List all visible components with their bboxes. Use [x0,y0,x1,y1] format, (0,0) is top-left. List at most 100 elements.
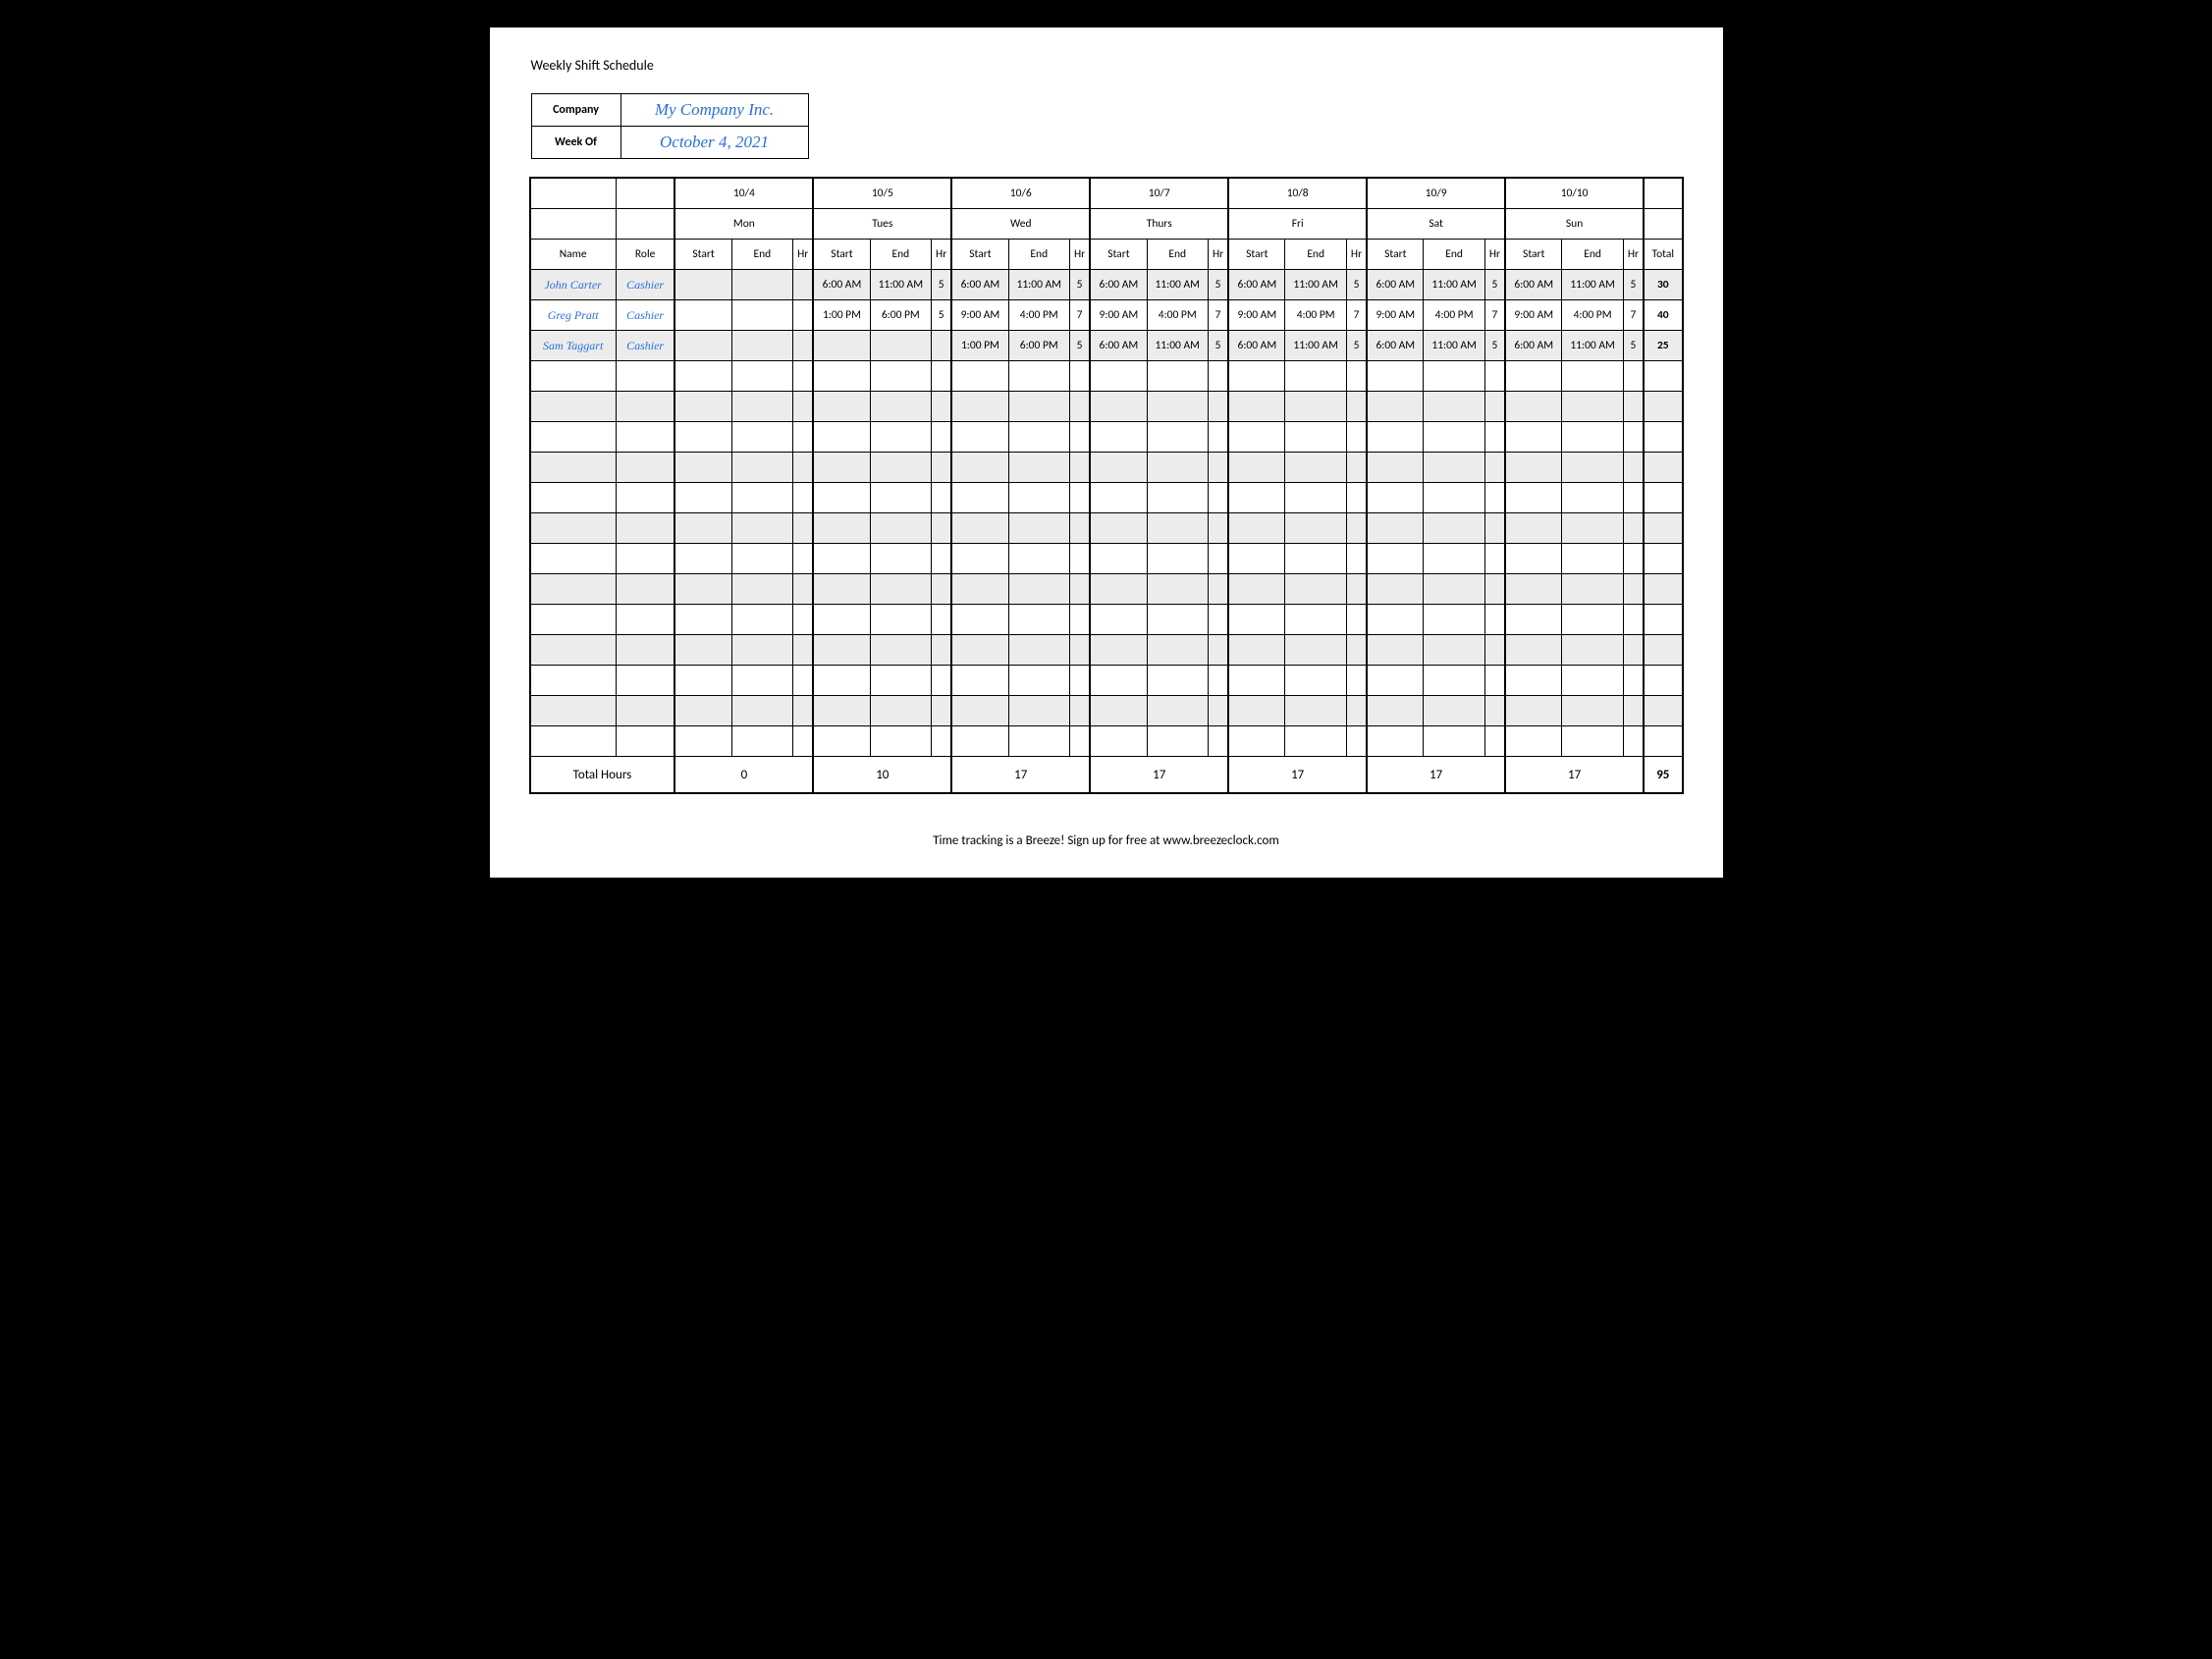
shift-start: 6:00 AM [1228,270,1285,300]
table-row [530,361,1683,392]
shift-start: 6:00 AM [813,270,870,300]
col-total: Total [1644,240,1682,270]
table-row [530,544,1683,574]
shift-hours: 5 [1484,331,1505,361]
shift-start: 9:00 AM [1367,300,1424,331]
col-hr: Hr [1069,240,1090,270]
shift-hours [793,331,814,361]
date-header: 10/8 [1228,178,1367,209]
date-header: 10/7 [1090,178,1228,209]
shift-end [731,270,792,300]
day-total: 0 [674,757,813,794]
table-row: Greg PrattCashier1:00 PM6:00 PM59:00 AM4… [530,300,1683,331]
document-page: Weekly Shift Schedule Company My Company… [490,27,1723,878]
row-total: 30 [1644,270,1682,300]
shift-start: 9:00 AM [951,300,1008,331]
employee-name: John Carter [530,270,617,300]
shift-start: 6:00 AM [951,270,1008,300]
shift-start: 6:00 AM [1505,331,1562,361]
col-name: Name [530,240,617,270]
shift-end: 4:00 PM [1008,300,1069,331]
shift-start [674,300,731,331]
row-total: 25 [1644,331,1682,361]
col-end: End [1285,240,1346,270]
date-header: 10/5 [813,178,951,209]
shift-start: 9:00 AM [1505,300,1562,331]
table-row [530,635,1683,666]
col-hr: Hr [932,240,952,270]
employee-name: Sam Taggart [530,331,617,361]
row-total: 40 [1644,300,1682,331]
shift-end [731,300,792,331]
shift-start [813,331,870,361]
shift-hours: 5 [932,300,952,331]
shift-start: 9:00 AM [1228,300,1285,331]
table-row [530,726,1683,757]
shift-end: 11:00 AM [1424,331,1484,361]
table-row [530,513,1683,544]
day-total: 17 [1505,757,1644,794]
shift-start: 6:00 AM [1505,270,1562,300]
schedule-table: 10/410/510/610/710/810/910/10MonTuesWedT… [529,177,1684,794]
day-header: Tues [813,209,951,240]
col-start: Start [1090,240,1147,270]
day-header: Thurs [1090,209,1228,240]
col-end: End [1147,240,1208,270]
employee-role: Cashier [616,300,674,331]
col-end: End [1562,240,1623,270]
table-row [530,696,1683,726]
shift-end: 6:00 PM [870,300,931,331]
shift-end: 4:00 PM [1147,300,1208,331]
shift-hours [932,331,952,361]
col-start: Start [1505,240,1562,270]
shift-end: 4:00 PM [1285,300,1346,331]
col-hr: Hr [1346,240,1367,270]
shift-end [731,331,792,361]
shift-start: 1:00 PM [951,331,1008,361]
table-row [530,392,1683,422]
shift-start: 6:00 AM [1090,331,1147,361]
day-header: Mon [674,209,813,240]
shift-end: 4:00 PM [1562,300,1623,331]
table-row [530,574,1683,605]
employee-name: Greg Pratt [530,300,617,331]
shift-hours: 7 [1484,300,1505,331]
day-total: 17 [1090,757,1228,794]
shift-hours: 5 [1208,331,1228,361]
shift-end: 11:00 AM [1285,331,1346,361]
footer-note: Time tracking is a Breeze! Sign up for f… [529,833,1684,848]
shift-hours: 5 [1623,270,1644,300]
employee-role: Cashier [616,331,674,361]
shift-hours: 5 [1208,270,1228,300]
date-header: 10/10 [1505,178,1644,209]
shift-hours: 5 [1623,331,1644,361]
day-total: 10 [813,757,951,794]
day-header: Sat [1367,209,1505,240]
employee-role: Cashier [616,270,674,300]
shift-start: 6:00 AM [1367,331,1424,361]
col-start: Start [1367,240,1424,270]
col-hr: Hr [1208,240,1228,270]
col-end: End [731,240,792,270]
day-header: Fri [1228,209,1367,240]
total-hours-label: Total Hours [530,757,675,794]
table-row [530,453,1683,483]
company-label: Company [531,94,620,127]
page-title: Weekly Shift Schedule [531,57,1684,74]
meta-table: Company My Company Inc. Week Of October … [531,93,809,159]
col-hr: Hr [1484,240,1505,270]
shift-end: 4:00 PM [1424,300,1484,331]
grand-total: 95 [1644,757,1682,794]
shift-hours: 5 [932,270,952,300]
shift-end: 6:00 PM [1008,331,1069,361]
shift-hours: 5 [1069,270,1090,300]
shift-hours [793,270,814,300]
table-row [530,483,1683,513]
shift-start: 6:00 AM [1228,331,1285,361]
col-role: Role [616,240,674,270]
shift-end [870,331,931,361]
shift-hours: 7 [1623,300,1644,331]
shift-hours: 7 [1208,300,1228,331]
company-value: My Company Inc. [620,94,808,127]
col-end: End [870,240,931,270]
